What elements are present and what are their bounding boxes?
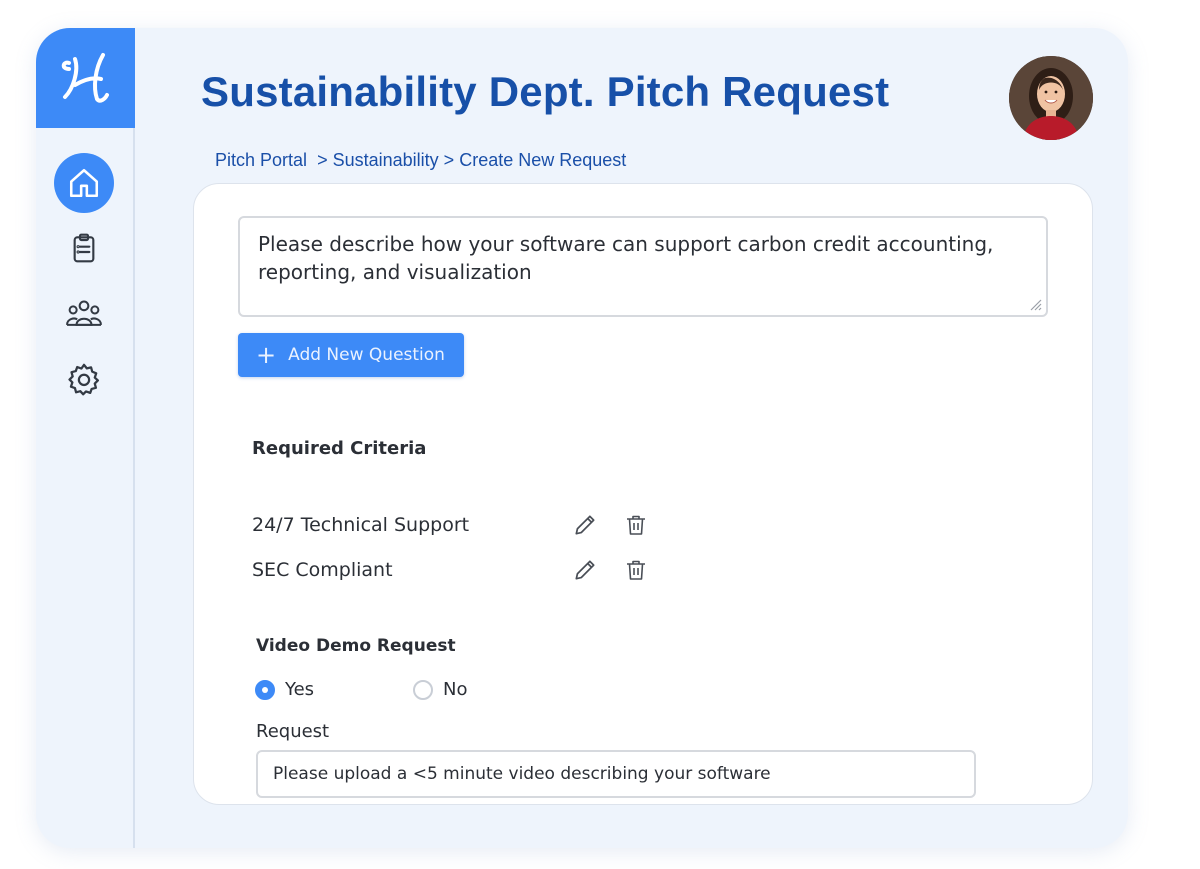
delete-button[interactable] <box>621 555 650 585</box>
criteria-label: 24/7 Technical Support <box>252 514 470 536</box>
logo-h-icon <box>61 53 109 103</box>
home-icon <box>69 168 99 198</box>
app-window: Sustainability Dept. Pitch Request Pitch… <box>36 28 1128 848</box>
clipboard-icon <box>73 233 95 263</box>
sidebar-item-settings[interactable] <box>54 349 114 409</box>
breadcrumb-separator <box>307 150 317 170</box>
radio-option-yes[interactable]: Yes <box>255 679 413 700</box>
breadcrumb: Pitch Portal > Sustainability > Create N… <box>215 150 626 171</box>
radio-label: No <box>443 679 468 700</box>
pencil-icon <box>575 515 595 535</box>
request-form-card: Please describe how your software can su… <box>193 183 1093 805</box>
user-avatar-image <box>1009 56 1093 140</box>
logo[interactable] <box>36 28 135 128</box>
radio-button-checked[interactable] <box>255 679 275 700</box>
trash-icon <box>626 515 645 535</box>
radio-button[interactable] <box>413 679 433 700</box>
breadcrumb-item-pitch-portal[interactable]: Pitch Portal <box>215 150 307 170</box>
edit-button[interactable] <box>570 555 599 585</box>
sidebar-item-team[interactable] <box>54 284 114 344</box>
breadcrumb-item-sustainability[interactable]: Sustainability <box>333 150 439 170</box>
sidebar-item-requests[interactable] <box>54 218 114 278</box>
plus-icon: + <box>256 341 277 369</box>
breadcrumb-item-create-new-request: Create New Request <box>459 150 627 170</box>
radio-label: Yes <box>285 679 315 700</box>
question-textarea[interactable]: Please describe how your software can su… <box>238 216 1048 317</box>
delete-button[interactable] <box>621 510 650 540</box>
question-text[interactable]: Please describe how your software can su… <box>258 232 993 284</box>
request-label: Request <box>256 721 330 742</box>
add-new-question-label: Add New Question <box>288 345 445 365</box>
breadcrumb-separator: > <box>443 150 455 170</box>
video-demo-heading: Video Demo Request <box>256 636 456 656</box>
required-criteria-heading: Required Criteria <box>252 438 427 459</box>
sidebar <box>36 28 135 848</box>
breadcrumb-separator: > <box>317 150 328 170</box>
gear-icon <box>68 363 100 396</box>
criteria-row: SEC Compliant <box>252 555 672 585</box>
pencil-icon <box>575 560 595 580</box>
request-input[interactable] <box>256 750 976 798</box>
users-icon <box>66 300 102 326</box>
sidebar-item-home[interactable] <box>54 153 114 213</box>
page-title: Sustainability Dept. Pitch Request <box>201 68 890 115</box>
avatar[interactable] <box>1009 56 1093 140</box>
edit-button[interactable] <box>570 510 599 540</box>
criteria-label: SEC Compliant <box>252 559 393 581</box>
trash-icon <box>626 560 645 580</box>
add-new-question-button[interactable]: + Add New Question <box>238 333 464 377</box>
radio-option-no[interactable]: No <box>413 679 467 700</box>
video-demo-radio-group: Yes No <box>255 679 467 700</box>
resize-grip-icon[interactable] <box>1028 297 1042 311</box>
criteria-row: 24/7 Technical Support <box>252 510 672 540</box>
